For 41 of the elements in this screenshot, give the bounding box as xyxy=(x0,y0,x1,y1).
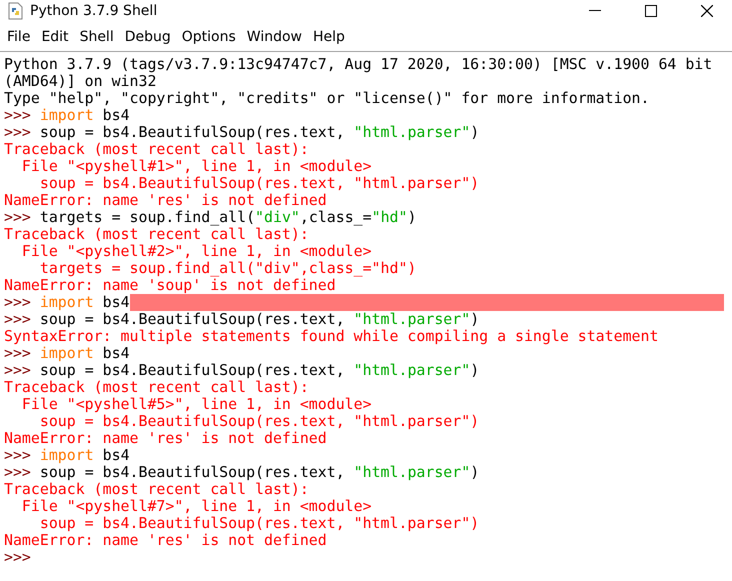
shell-line: NameError: name 'res' is not defined xyxy=(4,532,327,549)
shell-line: >>> soup = bs4.BeautifulSoup(res.text, "html.parser") xyxy=(4,362,480,379)
shell-line: >>> import bs4 xyxy=(4,107,130,124)
minimize-icon xyxy=(589,10,601,12)
shell-line: >>> import bs4 xyxy=(4,447,130,464)
menu-item[interactable]: Options xyxy=(176,25,242,49)
menu-item[interactable]: Window xyxy=(242,25,308,49)
shell-line: NameError: name 'res' is not defined xyxy=(4,430,327,447)
shell-line: SyntaxError: multiple statements found while compiling a single statement xyxy=(4,328,658,345)
shell-line: (AMD64)] on win32 xyxy=(4,73,156,90)
shell-line: Python 3.7.9 (tags/v3.7.9:13c94747c7, Aug 17 2020, 16:30:00) [MSC v.1900 64 bit xyxy=(4,56,712,73)
shell-line: >>> soup = bs4.BeautifulSoup(res.text, "html.parser") xyxy=(4,124,480,141)
shell-line: NameError: name 'res' is not defined xyxy=(4,192,327,209)
close-icon xyxy=(701,5,713,17)
menu-item[interactable]: Shell xyxy=(74,25,120,49)
maximize-icon xyxy=(645,5,657,17)
shell-line: soup = bs4.BeautifulSoup(res.text, "html.parser") xyxy=(38,413,480,430)
shell-line: >>> soup = bs4.BeautifulSoup(res.text, "html.parser") xyxy=(4,464,480,481)
shell-line: Type "help", "copyright", "credits" or "license()" for more information. xyxy=(4,90,650,107)
shell-line: Traceback (most recent call last): xyxy=(4,481,309,498)
shell-line: >>> xyxy=(4,549,31,566)
shell-line: >>> import bs4 xyxy=(4,345,130,362)
shell-line: targets = soup.find_all("div",class_="hd") xyxy=(38,260,416,277)
shell-line: soup = bs4.BeautifulSoup(res.text, "html.parser") xyxy=(38,515,480,532)
shell-line: soup = bs4.BeautifulSoup(res.text, "html.parser") xyxy=(38,175,480,192)
menu-item[interactable]: Help xyxy=(308,25,351,49)
shell-line: File "<pyshell#1>", line 1, in <module> xyxy=(20,158,372,175)
shell-line: File "<pyshell#2>", line 1, in <module> xyxy=(20,243,372,260)
shell-line: >>> soup = bs4.BeautifulSoup(res.text, "html.parser") xyxy=(4,311,480,328)
window-title: Python 3.7.9 Shell xyxy=(30,3,158,19)
shell-line: >>> targets = soup.find_all("div",class_="hd") xyxy=(4,209,416,226)
shell-line: File "<pyshell#5>", line 1, in <module> xyxy=(20,396,372,413)
shell-line: Traceback (most recent call last): xyxy=(4,226,309,243)
shell-line: >>> import bs4 xyxy=(4,294,130,311)
menu-item[interactable]: Edit xyxy=(36,25,75,49)
menu-item[interactable]: File xyxy=(2,25,36,49)
shell-line: NameError: name 'soup' is not defined xyxy=(4,277,336,294)
shell-line: Traceback (most recent call last): xyxy=(4,141,309,158)
shell-line: Traceback (most recent call last): xyxy=(4,379,309,396)
shell-line: File "<pyshell#7>", line 1, in <module> xyxy=(20,498,372,515)
menu-item[interactable]: Debug xyxy=(120,25,177,49)
